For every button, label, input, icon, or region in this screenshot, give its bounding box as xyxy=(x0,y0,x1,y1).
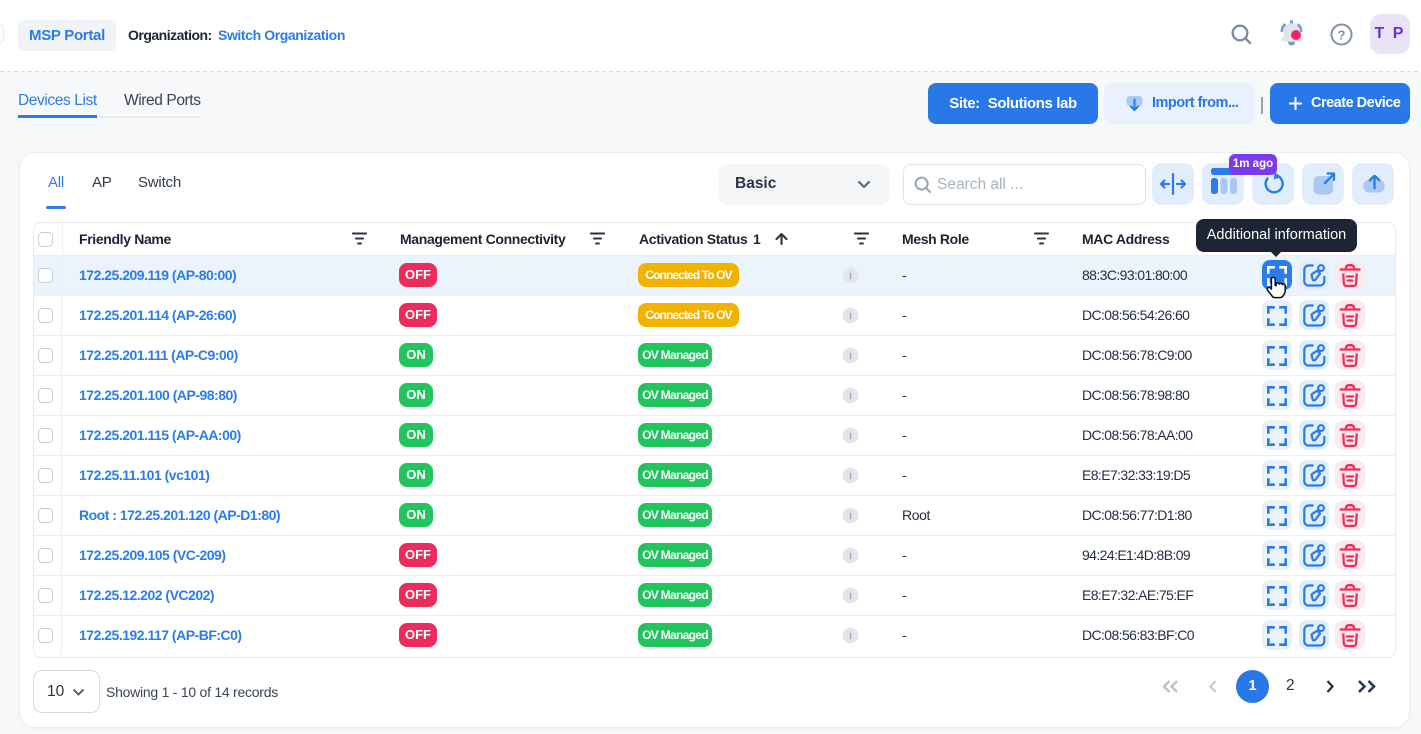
svg-text:i: i xyxy=(849,551,852,562)
svg-text:?: ? xyxy=(1338,27,1346,42)
svg-text:i: i xyxy=(849,431,852,442)
svg-text:i: i xyxy=(849,311,852,322)
svg-text:i: i xyxy=(849,591,852,602)
svg-text:i: i xyxy=(849,271,852,282)
svg-text:i: i xyxy=(849,511,852,522)
svg-text:i: i xyxy=(849,351,852,362)
svg-text:i: i xyxy=(849,631,852,642)
svg-text:i: i xyxy=(849,391,852,402)
svg-text:i: i xyxy=(849,471,852,482)
